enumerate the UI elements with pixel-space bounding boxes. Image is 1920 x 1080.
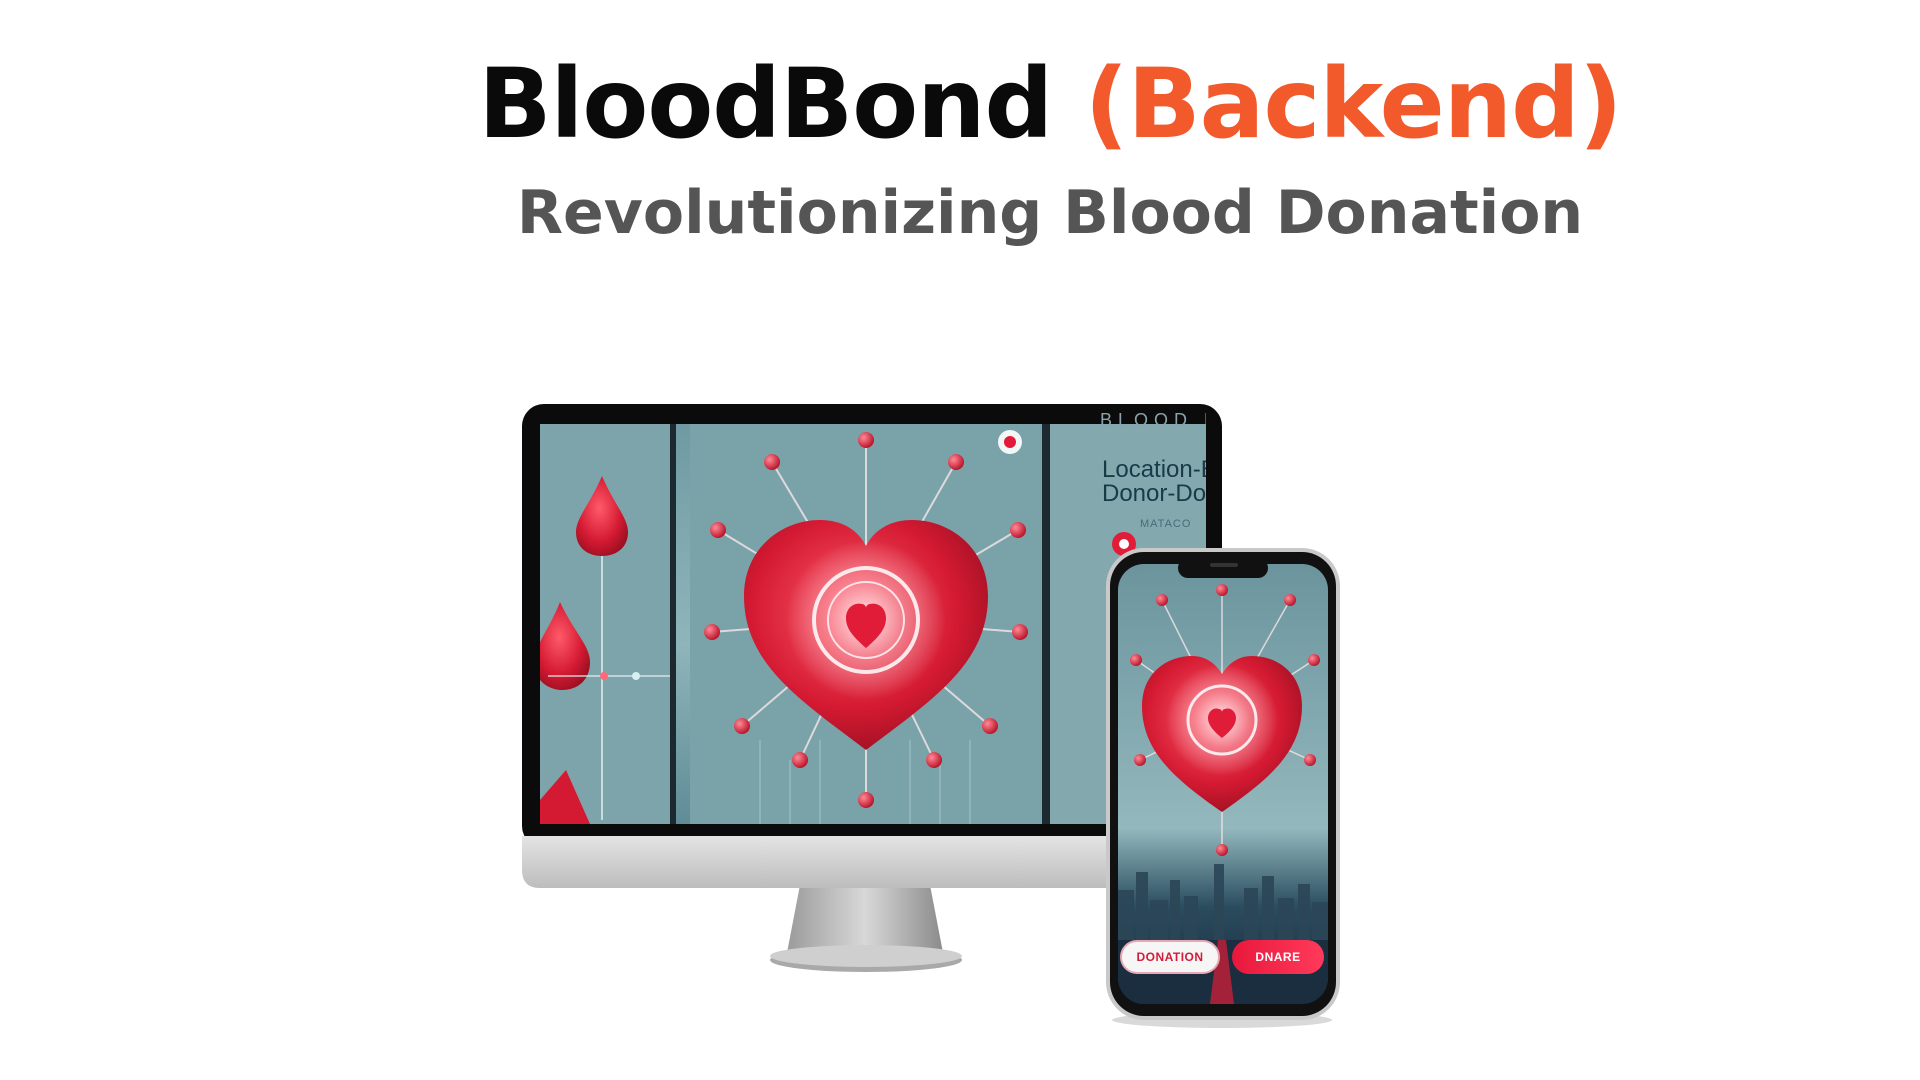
screen-feature-line2: Donor-Do [1102,480,1206,507]
screen-heading-partial: BLOOD L [1100,410,1206,430]
donare-button[interactable]: DNARE [1232,940,1324,974]
device-mockup-illustration [522,404,1340,1028]
screen-small-label: MATACO [1140,518,1192,530]
donation-button[interactable]: DONATION [1120,940,1220,974]
